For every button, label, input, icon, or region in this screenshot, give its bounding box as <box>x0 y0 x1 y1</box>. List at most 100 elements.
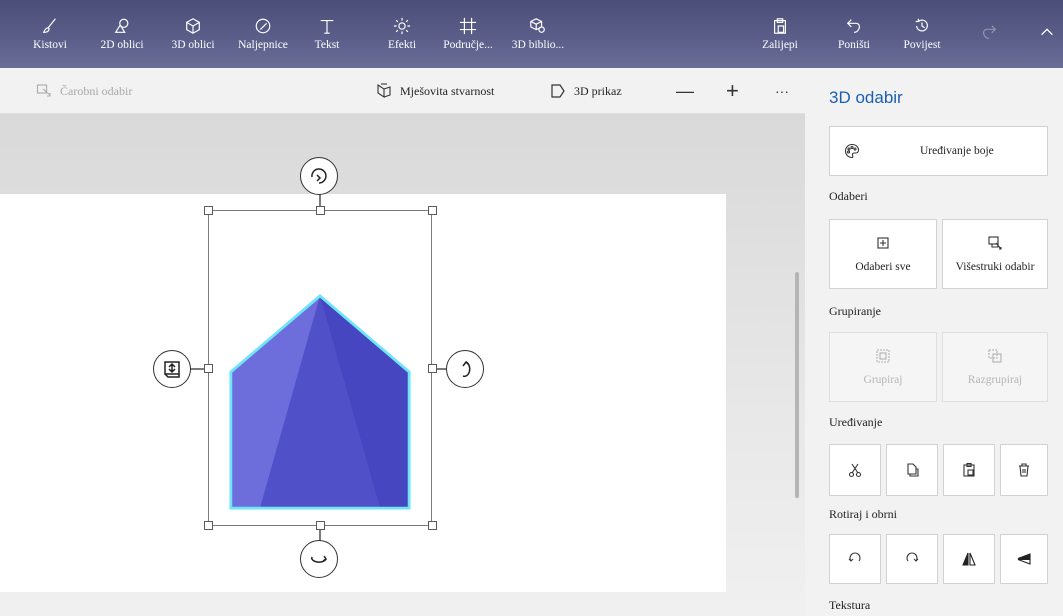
3d-view-label: 3D prikaz <box>574 83 622 98</box>
flip-horizontal-icon <box>962 552 976 566</box>
rotate-y-gizmo[interactable] <box>446 350 484 388</box>
history-button[interactable]: Povijest <box>896 0 948 68</box>
tool-label: Efekti <box>387 39 417 51</box>
group-section-heading: Grupiranje <box>829 304 881 318</box>
delete-button[interactable] <box>1000 444 1048 496</box>
tool-stickers[interactable]: Naljepnice <box>233 0 293 68</box>
mixed-reality-icon <box>377 83 391 99</box>
magic-select-button[interactable]: Čarobni odabir <box>36 68 132 114</box>
select-all-label: Odaberi sve <box>855 261 911 273</box>
text-icon <box>320 20 334 34</box>
tool-label: Naljepnice <box>238 39 288 51</box>
copy-icon <box>907 463 919 477</box>
brush-icon <box>42 18 56 33</box>
3d-library-icon <box>530 18 545 33</box>
tool-3d-shapes[interactable]: 3D oblici <box>165 0 221 68</box>
top-toolbar: Kistovi 2D oblici 3D oblici Naljepnice T… <box>0 0 1063 68</box>
rotate-left-icon <box>848 552 861 562</box>
undo-button[interactable]: Poništi <box>832 0 876 68</box>
history-icon <box>915 18 928 32</box>
zoom-out-button[interactable]: — <box>676 68 694 114</box>
tool-effects[interactable]: Efekti <box>385 0 419 68</box>
trash-icon <box>1019 463 1029 477</box>
scissors-icon <box>848 463 862 478</box>
tool-label: Područje... <box>443 39 493 51</box>
tool-3d-library[interactable]: 3D biblio... <box>508 0 568 68</box>
select-all-button[interactable]: Odaberi sve <box>829 219 937 289</box>
3d-view-button[interactable]: 3D prikaz <box>550 68 622 114</box>
cut-button[interactable] <box>829 444 881 496</box>
tool-label: Kistovi <box>33 39 67 51</box>
rotate-right-button[interactable] <box>886 534 938 584</box>
paste-icon <box>774 18 786 34</box>
group-icon <box>876 349 890 363</box>
rotate-right-icon <box>906 552 919 562</box>
tool-canvas[interactable]: Područje... <box>440 0 496 68</box>
tool-text[interactable]: Tekst <box>310 0 344 68</box>
2d-shapes-icon <box>114 18 129 33</box>
tool-label: 2D oblici <box>100 39 144 51</box>
group-button[interactable]: Grupiraj <box>829 332 937 402</box>
zoom-out-label: — <box>676 80 694 101</box>
panel-title: 3D odabir <box>829 88 903 107</box>
resize-handle-top[interactable] <box>316 206 325 215</box>
multi-select-label: Višestruki odabir <box>955 261 1035 273</box>
paste-panel-button[interactable] <box>943 444 995 496</box>
rotate-left-button[interactable] <box>829 534 881 584</box>
rotate-z-icon <box>311 555 328 563</box>
resize-handle-top-left[interactable] <box>204 206 213 215</box>
zoom-in-button[interactable]: + <box>726 68 739 114</box>
workspace[interactable] <box>0 114 805 616</box>
resize-handle-left[interactable] <box>204 364 213 373</box>
redo-button[interactable] <box>974 0 1004 68</box>
history-label: Povijest <box>903 39 941 51</box>
rotate-x-icon <box>311 168 327 184</box>
sticker-icon <box>255 18 271 34</box>
magic-select-label: Čarobni odabir <box>60 83 133 98</box>
resize-handle-bottom-left[interactable] <box>204 521 213 530</box>
rotate-flip-section-heading: Rotiraj i obrni <box>829 507 897 521</box>
selection-box[interactable] <box>208 210 432 526</box>
tool-2d-shapes[interactable]: 2D oblici <box>94 0 150 68</box>
ungroup-icon <box>988 349 1002 363</box>
resize-handle-bottom[interactable] <box>316 521 325 530</box>
3d-view-icon <box>551 84 565 98</box>
more-options-label: ··· <box>775 83 789 99</box>
paste-button[interactable]: Zalijepi <box>758 0 802 68</box>
group-label: Grupiraj <box>863 374 903 386</box>
gizmo-stem-left <box>190 368 204 370</box>
select-all-icon <box>877 237 889 249</box>
chevron-up-icon <box>1041 28 1053 36</box>
copy-button[interactable] <box>886 444 938 496</box>
resize-handle-bottom-right[interactable] <box>428 521 437 530</box>
3d-shapes-icon <box>186 18 200 34</box>
undo-label: Poništi <box>838 39 870 51</box>
ungroup-label: Razgrupiraj <box>967 374 1023 386</box>
tool-label: 3D oblici <box>171 39 215 51</box>
redo-icon <box>983 25 997 39</box>
resize-handle-right[interactable] <box>428 364 437 373</box>
resize-handle-top-right[interactable] <box>428 206 437 215</box>
ungroup-button[interactable]: Razgrupiraj <box>942 332 1048 402</box>
undo-icon <box>846 19 860 33</box>
palette-icon <box>844 143 860 159</box>
push-depth-gizmo[interactable] <box>153 350 191 388</box>
effects-icon <box>393 17 411 35</box>
tool-brushes[interactable]: Kistovi <box>32 0 68 68</box>
rotate-z-gizmo[interactable] <box>300 540 338 578</box>
rotate-x-gizmo[interactable] <box>300 157 338 195</box>
paste-icon <box>963 462 975 477</box>
canvas-icon <box>459 17 477 35</box>
gizmo-stem-top <box>319 194 321 206</box>
more-options-button[interactable]: ··· <box>775 68 789 114</box>
flip-horizontal-button[interactable] <box>943 534 995 584</box>
multi-select-button[interactable]: Višestruki odabir <box>942 219 1048 289</box>
mixed-reality-button[interactable]: Mješovita stvarnost <box>376 68 494 114</box>
view-toolbar: Čarobni odabir Mješovita stvarnost 3D pr… <box>0 68 805 114</box>
collapse-toolbar-button[interactable] <box>1032 0 1062 68</box>
select-section-heading: Odaberi <box>829 189 868 203</box>
paste-label: Zalijepi <box>762 39 798 51</box>
flip-vertical-button[interactable] <box>1000 534 1048 584</box>
side-panel: 3D odabir Uređivanje boje Odaberi Odaber… <box>805 68 1063 616</box>
edit-color-button[interactable]: Uređivanje boje <box>829 126 1048 176</box>
